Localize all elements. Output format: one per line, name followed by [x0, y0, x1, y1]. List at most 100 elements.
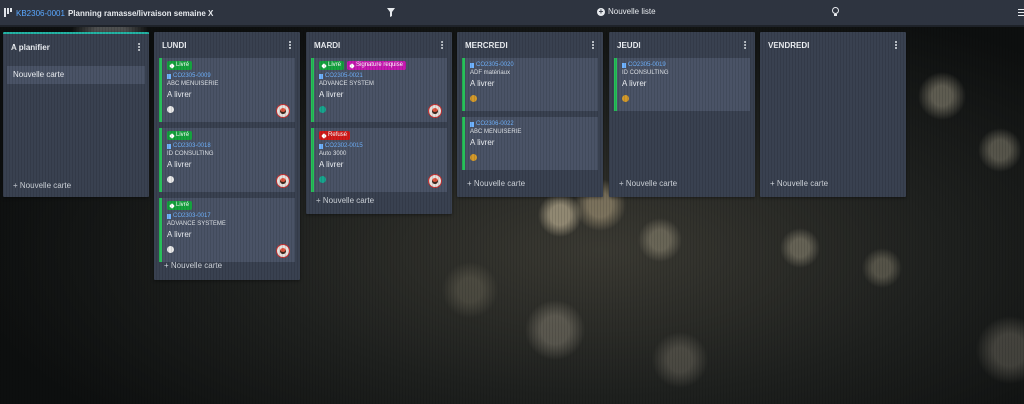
card-ref-link[interactable]: CO2305-0019: [628, 61, 666, 69]
kebab-icon[interactable]: [895, 41, 898, 49]
tag-livre: Livré: [167, 61, 193, 70]
card-status: A livrer: [470, 138, 495, 147]
list-header: A planifier: [3, 34, 149, 60]
kanban-card[interactable]: CO2305-0019 ID CONSULTING A livrer: [614, 58, 750, 111]
card-ref-link[interactable]: CO2303-0018: [173, 142, 211, 150]
list-header: MARDI: [306, 32, 452, 58]
status-dot: [319, 106, 326, 113]
board-icon: [4, 8, 13, 18]
list-a-planifier: A planifier Nouvelle carte + Nouvelle ca…: [3, 32, 149, 197]
card-status: A livrer: [622, 79, 647, 88]
card-ref-link[interactable]: CO2305-0021: [325, 72, 363, 80]
kanban-card[interactable]: Livré CO2305-0009 ABC MENUISERIE A livre…: [159, 58, 295, 122]
card-status: A livrer: [319, 90, 344, 99]
card-ref-link[interactable]: CO2305-0009: [173, 72, 211, 80]
tag-icon: [169, 132, 175, 139]
add-card-button[interactable]: + Nouvelle carte: [760, 175, 838, 193]
list-title: LUNDI: [162, 40, 187, 50]
status-dot: [622, 95, 629, 102]
card-ref-link[interactable]: CO2305-0020: [476, 61, 514, 69]
card-ref-link[interactable]: CO2302-0015: [325, 142, 363, 150]
tag-signature-requise: Signature requise: [347, 61, 407, 70]
list-header: JEUDI: [609, 32, 755, 58]
tag-icon: [169, 62, 175, 69]
document-icon: [319, 73, 323, 79]
kanban-card[interactable]: CO2305-0020 ADF matériaux A livrer: [462, 58, 598, 111]
new-card-input[interactable]: Nouvelle carte: [7, 66, 145, 84]
tag-icon: [169, 202, 175, 209]
status-dot: [167, 106, 174, 113]
card-status: A livrer: [319, 160, 344, 169]
card-ref-link[interactable]: CO2303-0017: [173, 212, 211, 220]
list-mercredi: MERCREDI CO2305-0020 ADF matériaux A liv…: [457, 32, 603, 197]
kanban-card[interactable]: Livré Signature requise CO2305-0021 ADVA…: [311, 58, 447, 122]
list-title: A planifier: [11, 42, 50, 52]
new-list-button[interactable]: + Nouvelle liste: [597, 7, 656, 16]
top-bar: KB2306-0001 Planning ramasse/livraison s…: [0, 0, 1024, 27]
tag-icon: [321, 62, 327, 69]
kebab-icon[interactable]: [289, 41, 292, 49]
kebab-icon[interactable]: [592, 41, 595, 49]
new-list-label: Nouvelle liste: [608, 7, 656, 16]
status-dot: [167, 246, 174, 253]
kebab-icon[interactable]: [138, 43, 141, 51]
kanban-card[interactable]: Livré CO2303-0018 ID CONSULTING A livrer: [159, 128, 295, 192]
list-title: MARDI: [314, 40, 341, 50]
list-header: VENDREDI: [760, 32, 906, 58]
plus-circle-icon: +: [597, 6, 605, 16]
filter-icon[interactable]: [387, 8, 395, 17]
kebab-icon[interactable]: [441, 41, 444, 49]
kanban-card[interactable]: CO2306-0022 ABC MENUISERIE A livrer: [462, 117, 598, 170]
card-company: ADVANCE SYSTEME: [167, 221, 226, 227]
tag-livre: Livré: [167, 201, 193, 210]
list-title: JEUDI: [617, 40, 641, 50]
card-status: A livrer: [167, 230, 192, 239]
document-icon: [319, 143, 323, 149]
bulb-icon[interactable]: [832, 7, 839, 17]
tag-livre: Livré: [167, 131, 193, 140]
tag-livre: Livré: [319, 61, 345, 70]
avatar[interactable]: [428, 174, 442, 188]
list-lundi: LUNDI Livré CO2305-0009 ABC MENUISERIE A…: [154, 32, 300, 280]
list-header: LUNDI: [154, 32, 300, 58]
card-ref-link[interactable]: CO2306-0022: [476, 120, 514, 128]
card-company: ID CONSULTING: [622, 70, 669, 76]
document-icon: [167, 213, 171, 219]
board-ref-link[interactable]: KB2306-0001: [16, 9, 65, 18]
add-card-button[interactable]: + Nouvelle carte: [3, 177, 81, 195]
card-company: ABC MENUISERIE: [167, 81, 219, 87]
status-dot: [470, 154, 477, 161]
avatar[interactable]: [276, 174, 290, 188]
add-card-button[interactable]: + Nouvelle carte: [609, 175, 687, 193]
status-dot: [470, 95, 477, 102]
card-status: A livrer: [470, 79, 495, 88]
card-company: Auto 3000: [319, 151, 347, 157]
list-vendredi: VENDREDI + Nouvelle carte: [760, 32, 906, 197]
card-company: ADF matériaux: [470, 70, 511, 76]
avatar[interactable]: [276, 104, 290, 118]
document-icon: [470, 121, 474, 127]
list-jeudi: JEUDI CO2305-0019 ID CONSULTING A livrer…: [609, 32, 755, 197]
tag-refuse: Refusé: [319, 131, 351, 140]
document-icon: [167, 143, 171, 149]
avatar[interactable]: [276, 244, 290, 258]
document-icon: [622, 62, 626, 68]
avatar[interactable]: [428, 104, 442, 118]
kanban-card[interactable]: Refusé CO2302-0015 Auto 3000 A livrer: [311, 128, 447, 192]
card-company: ADVANCE SYSTEM: [319, 81, 374, 87]
card-company: ID CONSULTING: [167, 151, 214, 157]
add-card-button[interactable]: + Nouvelle carte: [306, 192, 384, 210]
tag-icon: [321, 132, 327, 139]
kanban-card[interactable]: Livré CO2303-0017 ADVANCE SYSTEME A livr…: [159, 198, 295, 262]
add-card-button[interactable]: + Nouvelle carte: [154, 257, 232, 275]
add-card-button[interactable]: + Nouvelle carte: [457, 175, 535, 193]
menu-icon[interactable]: [1018, 9, 1024, 16]
document-icon: [470, 62, 474, 68]
list-title: MERCREDI: [465, 40, 508, 50]
kebab-icon[interactable]: [744, 41, 747, 49]
list-header: MERCREDI: [457, 32, 603, 58]
list-title: VENDREDI: [768, 40, 810, 50]
card-company: ABC MENUISERIE: [470, 129, 522, 135]
list-mardi: MARDI Livré Signature requise CO2305-002…: [306, 32, 452, 214]
card-status: A livrer: [167, 90, 192, 99]
